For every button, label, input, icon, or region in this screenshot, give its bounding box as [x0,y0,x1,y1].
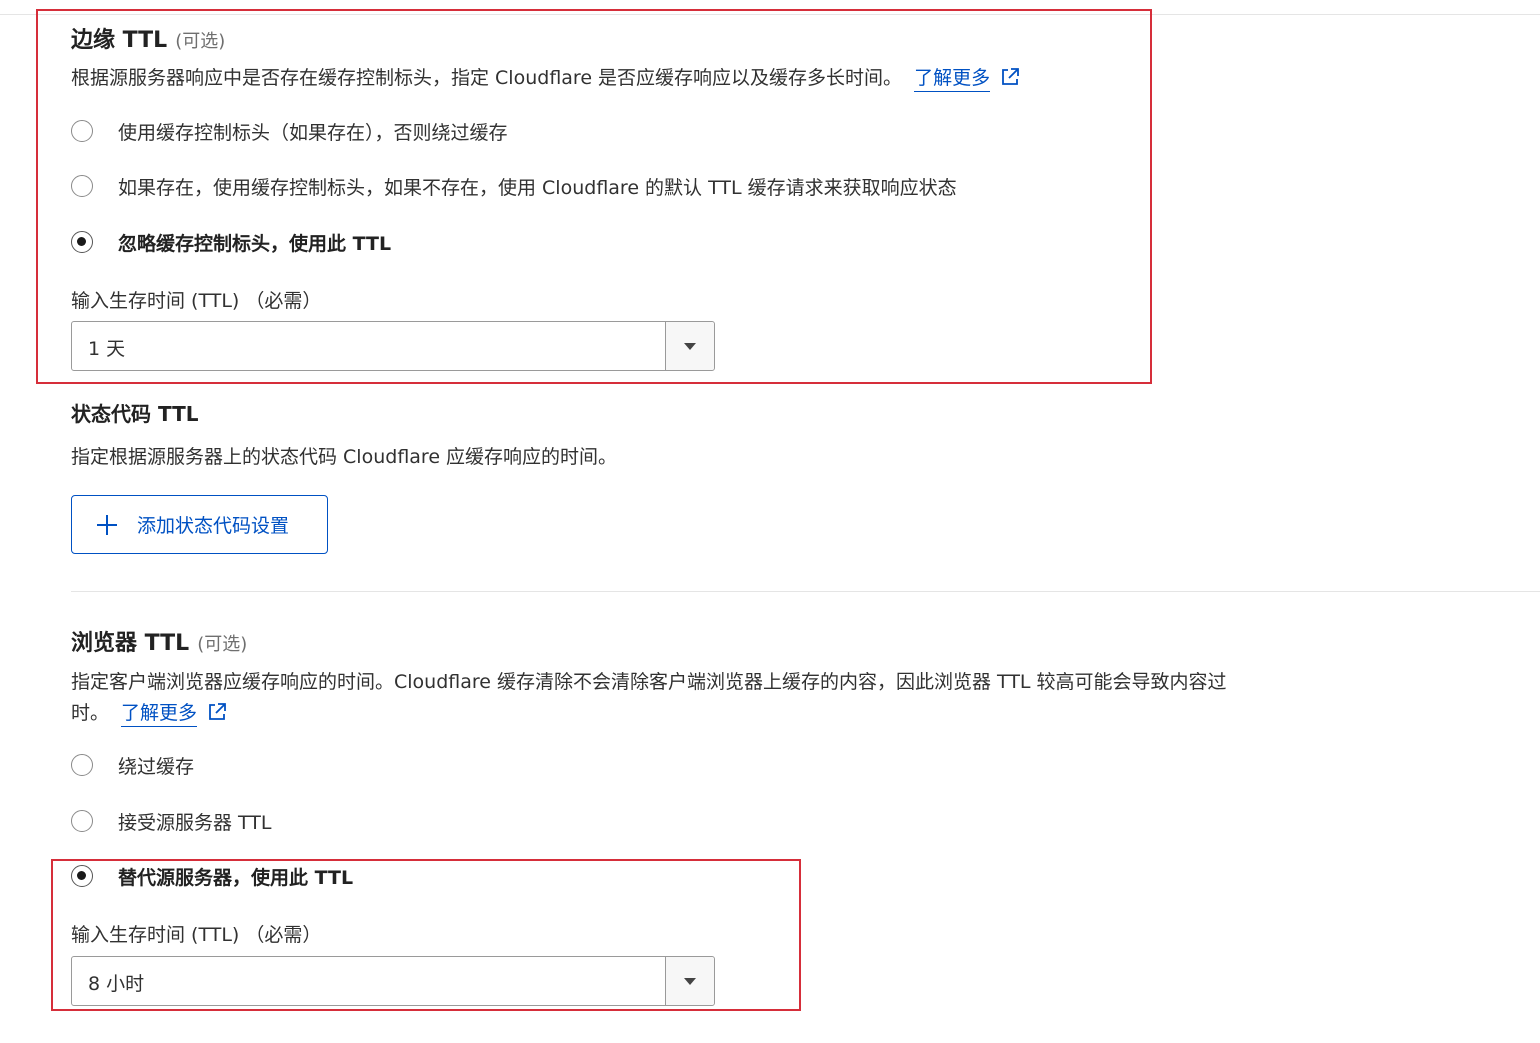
browser-ttl-option-2[interactable]: 接受源服务器 TTL [71,807,272,835]
add-status-code-label: 添加状态代码设置 [137,515,290,537]
browser-ttl-description-line2: 时。 了解更多 [71,698,227,727]
external-link-icon[interactable] [207,702,227,722]
status-code-ttl-title: 状态代码 TTL [71,402,199,426]
plus-icon [97,514,117,535]
browser-ttl-optional: (可选) [197,634,248,655]
section-divider [71,591,1540,592]
browser-ttl-description-line1: 指定客户端浏览器应缓存响应的时间。Cloudflare 缓存清除不会清除客户端浏… [71,671,1227,693]
radio-label: 绕过缓存 [118,755,195,778]
highlight-box-edge-ttl [36,9,1152,384]
radio-label: 接受源服务器 TTL [118,811,272,834]
browser-ttl-option-1[interactable]: 绕过缓存 [71,751,194,779]
radio-button[interactable] [71,810,93,832]
highlight-box-browser-ttl [51,859,801,1011]
status-code-ttl-description: 指定根据源服务器上的状态代码 Cloudflare 应缓存响应的时间。 [71,446,618,468]
radio-button[interactable] [71,754,93,776]
add-status-code-button[interactable]: 添加状态代码设置 [71,495,328,554]
browser-ttl-title: 浏览器 TTL (可选) [71,631,248,656]
browser-ttl-learn-more-link[interactable]: 了解更多 [121,702,198,727]
